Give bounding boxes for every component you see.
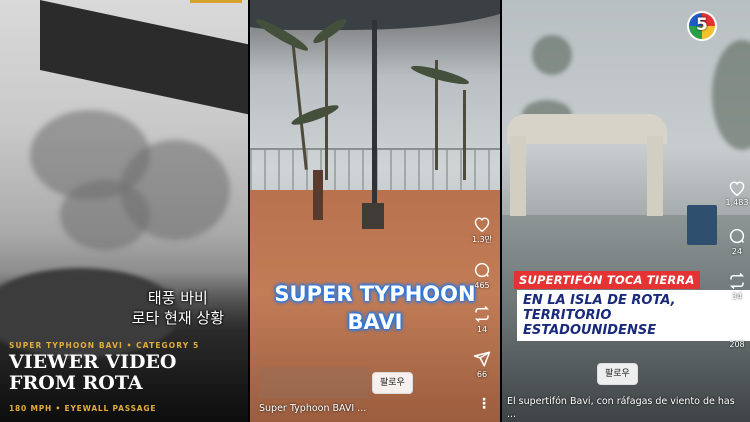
arch-pillar xyxy=(647,136,663,216)
overlay-title-line-2: BAVI xyxy=(347,310,403,334)
support-pole xyxy=(372,20,377,210)
repost-count: 34 xyxy=(731,292,743,301)
comment-action[interactable]: 24 xyxy=(723,227,750,256)
video-subtitle: 180 MPH • EYEWALL PASSAGE xyxy=(9,404,157,413)
news-subheadline: EN LA ISLA DE ROTA, TERRITORIO ESTADOUNI… xyxy=(517,290,750,341)
video-panel-news-report[interactable]: 5 SUPERTIFÓN TOCA TIERRA EN LA ISLA DE R… xyxy=(502,0,750,422)
follow-button[interactable]: 팔로우 xyxy=(372,372,413,394)
send-icon xyxy=(728,321,746,337)
news-subheadline-line-1: EN LA ISLA DE ROTA, xyxy=(523,293,676,308)
news-subheadline-line-2: TERRITORIO ESTADOUNIDENSE xyxy=(523,308,657,338)
blurred-profile-area xyxy=(259,367,369,399)
repost-count: 14 xyxy=(476,325,488,334)
heart-icon xyxy=(729,181,745,196)
send-icon xyxy=(473,351,491,367)
entrance-arch xyxy=(507,114,667,144)
repost-icon xyxy=(729,272,745,290)
korean-caption: 태풍 바비 로타 현재 상황 xyxy=(132,288,224,328)
blurred-debris xyxy=(532,35,572,75)
channel-logo: 5 xyxy=(687,11,717,41)
comment-icon xyxy=(474,262,490,278)
video-caption[interactable]: Super Typhoon BAVI ... xyxy=(259,403,366,414)
video-panel-balcony[interactable]: SUPER TYPHOON BAVI 1.3만 465 14 66 팔로우 Su… xyxy=(250,0,500,422)
more-options-icon[interactable]: ⋮ xyxy=(477,397,491,411)
repost-action[interactable]: 34 xyxy=(723,272,750,301)
video-title: VIEWER VIDEO FROM ROTA xyxy=(9,351,177,394)
trash-bin xyxy=(687,205,717,245)
news-headline: SUPERTIFÓN TOCA TIERRA xyxy=(514,271,700,289)
caption-more[interactable]: ... xyxy=(507,409,516,420)
comment-action[interactable]: 465 xyxy=(469,261,495,290)
overlay-title-line-1: SUPER TYPHOON xyxy=(274,282,476,306)
korean-caption-line-2: 로타 현재 상황 xyxy=(131,309,224,327)
arch-pillar xyxy=(510,136,526,216)
share-action[interactable]: 208 xyxy=(723,320,750,349)
accent-bar xyxy=(190,0,242,3)
comment-count: 465 xyxy=(474,281,490,290)
palm-trunk xyxy=(463,90,466,180)
channel-logo-text: 5 xyxy=(696,15,708,35)
like-action[interactable]: 1.3만 xyxy=(469,216,495,245)
heart-icon xyxy=(474,217,490,232)
blurred-tree xyxy=(60,180,150,250)
share-count: 208 xyxy=(729,340,745,349)
category-label: SUPER TYPHOON BAVI • CATEGORY 5 xyxy=(9,341,200,350)
share-count: 66 xyxy=(476,370,488,379)
share-action[interactable]: 66 xyxy=(469,350,495,379)
overlay-title: SUPER TYPHOON BAVI xyxy=(250,280,500,336)
video-caption[interactable]: El supertifón Bavi, con ráfagas de vient… xyxy=(507,396,735,407)
follow-button[interactable]: 팔로우 xyxy=(597,363,638,385)
comment-count: 24 xyxy=(731,247,743,256)
like-count: 1,483 xyxy=(725,198,749,207)
planter xyxy=(313,170,323,220)
pole-base xyxy=(362,203,384,229)
repost-action[interactable]: 14 xyxy=(469,305,495,334)
like-action[interactable]: 1,483 xyxy=(723,180,750,207)
palm-trunk xyxy=(325,30,328,180)
like-count: 1.3만 xyxy=(471,235,493,244)
korean-caption-line-1: 태풍 바비 xyxy=(147,289,208,307)
comment-icon xyxy=(729,228,745,244)
repost-icon xyxy=(474,305,490,323)
video-panel-rota-viewer[interactable]: 태풍 바비 로타 현재 상황 SUPER TYPHOON BAVI • CATE… xyxy=(0,0,248,422)
